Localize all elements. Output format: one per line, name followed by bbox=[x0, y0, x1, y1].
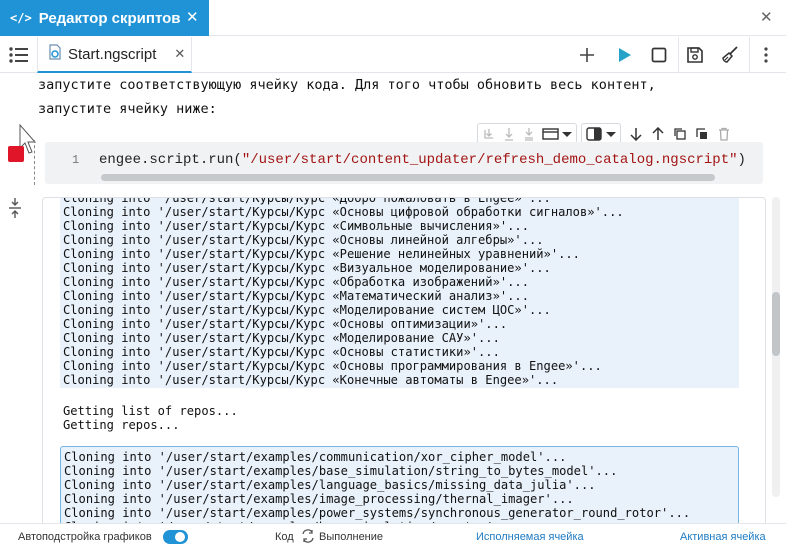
run-button[interactable] bbox=[611, 42, 637, 68]
close-window-icon[interactable]: ✕ bbox=[760, 9, 773, 27]
output-line: Getting repos... bbox=[63, 418, 180, 432]
code-mode-label[interactable]: Код bbox=[275, 531, 294, 543]
horizontal-scrollbar[interactable] bbox=[101, 174, 715, 181]
code-line[interactable]: engee.script.run("/user/start/content_up… bbox=[99, 152, 746, 168]
window-title: Редактор скриптов bbox=[38, 9, 181, 27]
broom-icon bbox=[722, 46, 738, 63]
code-cell[interactable]: 1 engee.script.run("/user/start/content_… bbox=[45, 142, 763, 184]
editor-toolbar: Start.ngscript ✕ bbox=[0, 37, 786, 73]
script-editor-tab[interactable]: </> Редактор скриптов ✕ bbox=[0, 0, 209, 36]
markdown-line: запустите соответствующую ячейку кода. Д… bbox=[38, 77, 656, 93]
toolbar-divider bbox=[749, 37, 750, 73]
cell-view-group bbox=[581, 123, 621, 144]
toolbar-divider bbox=[678, 37, 679, 73]
output-line: Cloning into '/user/start/Курсы/Курс «Си… bbox=[63, 219, 529, 233]
duplicate-icon[interactable] bbox=[695, 127, 709, 141]
output-line: Cloning into '/user/start/Курсы/Курс «Мо… bbox=[63, 331, 500, 345]
contrast-toggle-icon[interactable] bbox=[586, 126, 616, 141]
kebab-menu-icon bbox=[764, 47, 768, 63]
plus-icon bbox=[580, 48, 594, 62]
stop-execution-button[interactable] bbox=[8, 146, 24, 162]
file-tab-start[interactable]: Start.ngscript ✕ bbox=[37, 37, 192, 73]
cell-layout-icon[interactable] bbox=[542, 127, 572, 141]
clear-output-button[interactable] bbox=[717, 42, 743, 68]
code-string: "/user/start/content_updater/refresh_dem… bbox=[241, 152, 738, 168]
move-up-icon[interactable] bbox=[651, 126, 665, 141]
output-line: Cloning into '/user/start/Курсы/Курс «Мо… bbox=[63, 303, 551, 317]
status-bar: Автоподстройка графиков Код Выполнение И… bbox=[0, 523, 786, 550]
output-line: Cloning into '/user/start/Курсы/Курс «Об… bbox=[63, 275, 529, 289]
output-lines: Cloning into '/user/start/Курсы/Курс «До… bbox=[60, 197, 624, 387]
run-below-icon[interactable] bbox=[502, 127, 516, 141]
notebook-content: запустите соответствующую ячейку кода. Д… bbox=[0, 73, 786, 523]
output-line: Cloning into '/user/start/Курсы/Курс «Ре… bbox=[63, 247, 580, 261]
stop-button[interactable] bbox=[646, 42, 672, 68]
add-cell-button[interactable] bbox=[574, 42, 600, 68]
output-line: Cloning into '/user/start/Курсы/Курс «Ос… bbox=[63, 359, 602, 373]
delete-icon[interactable] bbox=[717, 127, 731, 141]
active-cell-link[interactable]: Активная ячейка bbox=[680, 531, 766, 543]
output-line: Cloning into '/user/start/Курсы/Курс «Ма… bbox=[63, 289, 529, 303]
output-block-courses: Cloning into '/user/start/Курсы/Курс «До… bbox=[60, 198, 739, 388]
autoplot-label: Автоподстройка графиков bbox=[18, 531, 152, 543]
run-to-cell-icon[interactable] bbox=[482, 127, 496, 141]
output-plain-lines: Getting list of repos... Getting repos... bbox=[63, 404, 238, 432]
output-line: Cloning into '/user/start/Курсы/Курс «До… bbox=[63, 197, 551, 205]
more-options-button[interactable] bbox=[753, 42, 779, 68]
executing-cell-link[interactable]: Исполняемая ячейка bbox=[476, 531, 584, 543]
output-line: Cloning into '/user/start/Курсы/Курс «Ос… bbox=[63, 345, 500, 359]
toggle-mode-icon[interactable] bbox=[301, 529, 315, 546]
copy-icon[interactable] bbox=[673, 127, 687, 141]
save-icon bbox=[687, 47, 703, 63]
script-file-icon bbox=[48, 43, 62, 65]
output-line: Cloning into '/user/start/Курсы/Курс «Ви… bbox=[63, 261, 551, 275]
scrollbar-thumb[interactable] bbox=[772, 292, 780, 356]
output-line: Getting list of repos... bbox=[63, 404, 238, 418]
output-line: Cloning into '/user/start/Курсы/Курс «Ос… bbox=[63, 317, 508, 331]
output-line: Cloning into '/user/start/Курсы/Курс «Ос… bbox=[63, 205, 624, 219]
outline-list-icon[interactable] bbox=[8, 45, 30, 65]
output-block-examples: Cloning into '/user/start/examples/commu… bbox=[60, 446, 739, 523]
line-number: 1 bbox=[72, 153, 80, 167]
collapse-output-icon[interactable] bbox=[8, 197, 22, 224]
cell-output: Cloning into '/user/start/Курсы/Курс «До… bbox=[42, 197, 766, 523]
cell-move-group bbox=[629, 126, 731, 141]
output-line: Cloning into '/user/start/examples/base_… bbox=[64, 464, 618, 478]
play-icon bbox=[619, 48, 631, 62]
toggle-knob bbox=[175, 532, 185, 542]
output-line: Cloning into '/user/start/examples/power… bbox=[64, 506, 691, 520]
markdown-cell: запустите соответствующую ячейку кода. Д… bbox=[38, 73, 758, 121]
cell-actions-group bbox=[477, 123, 577, 144]
autoplot-toggle[interactable] bbox=[163, 530, 188, 544]
code-call: engee.script.run( bbox=[99, 152, 242, 168]
close-tab-icon[interactable]: ✕ bbox=[186, 9, 199, 27]
file-tab-label: Start.ngscript bbox=[68, 45, 157, 63]
output-line: Cloning into '/user/start/examples/commu… bbox=[64, 450, 567, 464]
run-all-below-icon[interactable] bbox=[522, 127, 536, 141]
execution-mode-label[interactable]: Выполнение bbox=[319, 531, 383, 543]
code-brackets-icon: </> bbox=[10, 11, 32, 25]
move-down-icon[interactable] bbox=[629, 127, 643, 141]
code-paren: ) bbox=[737, 152, 746, 168]
close-file-icon[interactable]: ✕ bbox=[174, 46, 185, 62]
output-line: Cloning into '/user/start/Курсы/Курс «Ос… bbox=[63, 233, 544, 247]
stop-icon bbox=[651, 47, 667, 63]
vertical-scrollbar[interactable] bbox=[772, 197, 780, 497]
output-line: Cloning into '/user/start/examples/image… bbox=[64, 492, 574, 506]
save-button[interactable] bbox=[682, 42, 708, 68]
markdown-line: запустите ячейку ниже: bbox=[38, 101, 217, 117]
output-line: Cloning into '/user/start/examples/langu… bbox=[64, 478, 596, 492]
output-line: Cloning into '/user/start/Курсы/Курс «Ко… bbox=[63, 373, 559, 387]
title-bar: </> Редактор скриптов ✕ ✕ bbox=[0, 0, 786, 36]
cell-gutter-line bbox=[34, 140, 35, 185]
output-lines: Cloning into '/user/start/examples/commu… bbox=[61, 450, 690, 523]
